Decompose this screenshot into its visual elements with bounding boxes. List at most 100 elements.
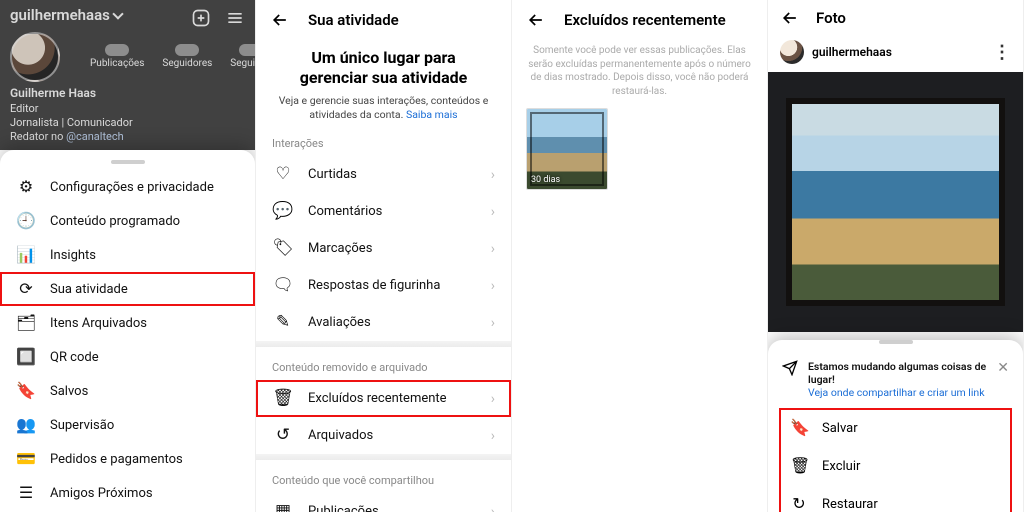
photo-detail-pane: Foto guilhermehaas ⋮ Estamos mudando alg… (768, 0, 1024, 512)
list-icon: ▦ (272, 503, 294, 512)
action-icon: 🗑 (790, 458, 808, 474)
close-icon[interactable]: ✕ (997, 360, 1009, 399)
notice-text: Estamos mudando algumas coisas de lugar! (808, 360, 987, 386)
menu-icon: ⚙ (16, 179, 36, 195)
description: Somente você pode ver essas publicações.… (512, 40, 767, 108)
list-icon: ↺ (272, 427, 294, 444)
menu-icon: 👥 (16, 417, 36, 433)
headline: Um único lugar para gerenciar sua ativid… (256, 40, 511, 90)
username: guilhermehaas (10, 6, 110, 24)
action-sheet: Estamos mudando algumas coisas de lugar!… (768, 340, 1023, 512)
subtitle: Veja e gerencie suas interações, conteúd… (256, 90, 511, 123)
list-icon: ♡ (272, 166, 294, 183)
hamburger-icon[interactable] (225, 8, 245, 28)
deleted-thumbnail[interactable]: 30 dias (526, 108, 608, 190)
menu-item-conte-do-programado[interactable]: 🕘 Conteúdo programado (0, 204, 255, 238)
menu-label: Insights (50, 248, 96, 263)
list-item-respostas-de-figurinha[interactable]: 🗨Respostas de figurinha› (256, 267, 511, 304)
menu-icon: ⟳ (16, 281, 36, 297)
list-item-marca-es[interactable]: 🏷Marcações› (256, 230, 511, 267)
menu-item-sua-atividade[interactable]: ⟳ Sua atividade (0, 272, 255, 306)
list-icon: 🏷 (272, 240, 294, 257)
action-icon: 🔖 (790, 420, 808, 436)
section-label: Conteúdo removido e arquivado (256, 347, 511, 380)
chevron-right-icon: › (491, 391, 495, 407)
profile-header: guilhermehaas Publicações Seguidores Seg… (0, 0, 255, 150)
back-icon[interactable] (270, 10, 290, 30)
chevron-right-icon: › (491, 428, 495, 444)
action-salvar[interactable]: 🔖 Salvar (780, 409, 1011, 447)
menu-item-amigos-pr-ximos[interactable]: ☰ Amigos Próximos (0, 476, 255, 510)
more-icon[interactable]: ⋮ (993, 42, 1011, 63)
menu-item-configura-es-e-privacidade[interactable]: ⚙Configurações e privacidade (0, 170, 255, 204)
options-sheet: ⚙Configurações e privacidade 🕘 Conteúdo pr… (0, 150, 255, 512)
chevron-right-icon: › (491, 315, 495, 331)
stat-following[interactable]: Seguindo (230, 58, 256, 69)
list-icon: 💬 (272, 203, 294, 220)
chevron-right-icon: › (491, 204, 495, 220)
sheet-handle[interactable] (111, 160, 145, 164)
page-title: Sua atividade (308, 11, 399, 29)
menu-item-pedidos-e-pagamentos[interactable]: 💳 Pedidos e pagamentos (0, 442, 255, 476)
avatar[interactable] (10, 32, 60, 82)
send-icon (782, 360, 798, 399)
list-icon: 🗑 (272, 390, 294, 407)
menu-label: QR code (50, 350, 99, 365)
back-icon[interactable] (780, 8, 800, 28)
action-excluir[interactable]: 🗑 Excluir (780, 447, 1011, 485)
profile-bio: Guilherme Haas Editor Jornalista | Comun… (10, 86, 245, 144)
stat-posts[interactable]: Publicações (90, 58, 144, 69)
menu-label: Itens Arquivados (50, 316, 147, 331)
menu-icon: 🔖 (16, 383, 36, 399)
menu-label: Sua atividade (50, 282, 128, 297)
menu-icon: 🕘 (16, 213, 36, 229)
action-label: Salvar (822, 421, 858, 436)
menu-icon: 💳 (16, 451, 36, 467)
menu-item-salvos[interactable]: 🔖Salvos (0, 374, 255, 408)
post-username: guilhermehaas (812, 45, 892, 59)
days-remaining-badge: 30 dias (531, 175, 560, 185)
menu-icon: 🔲 (16, 349, 36, 365)
sheet-handle[interactable] (879, 340, 913, 344)
bio-line: Jornalista | Comunicador (10, 116, 245, 130)
chevron-down-icon (112, 8, 123, 19)
list-item-exclu-dos-recentemente[interactable]: 🗑Excluídos recentemente› (256, 380, 511, 417)
list-item-coment-rios[interactable]: 💬 Comentários › (256, 193, 511, 230)
menu-label: Pedidos e pagamentos (50, 452, 183, 467)
list-item-publica-es[interactable]: ▦ Publicações › (256, 493, 511, 512)
list-item-avalia-es[interactable]: ✎Avaliações› (256, 304, 511, 341)
menu-item-qr-code[interactable]: 🔲 QR code (0, 340, 255, 374)
profile-stats: Publicações Seguidores Seguindo (90, 40, 256, 69)
page-title: Foto (816, 9, 846, 27)
list-label: Publicações (308, 504, 379, 512)
post-photo[interactable] (768, 72, 1023, 332)
bio-link[interactable]: @canaltech (66, 130, 124, 143)
chevron-right-icon: › (491, 504, 495, 512)
list-icon: ✎ (272, 314, 294, 331)
bio-name: Guilherme Haas (10, 86, 245, 102)
menu-item-itens-arquivados[interactable]: 🗂Itens Arquivados (0, 306, 255, 340)
menu-label: Conteúdo programado (50, 214, 180, 229)
stat-followers[interactable]: Seguidores (162, 58, 212, 69)
list-label: Comentários (308, 204, 382, 219)
menu-label: Amigos Próximos (50, 486, 153, 501)
list-icon: 🗨 (272, 277, 294, 294)
action-restaurar[interactable]: ↻Restaurar (780, 485, 1011, 512)
menu-icon: ☰ (16, 485, 36, 501)
create-icon[interactable] (191, 8, 211, 28)
your-activity-pane: Sua atividade Um único lugar para gerenc… (256, 0, 512, 512)
menu-label: Supervisão (50, 418, 114, 433)
chevron-right-icon: › (491, 241, 495, 257)
back-icon[interactable] (526, 10, 546, 30)
notice-link[interactable]: Veja onde compartilhar e criar um link (808, 386, 985, 399)
menu-item-supervis-o[interactable]: 👥 Supervisão (0, 408, 255, 442)
list-item-curtidas[interactable]: ♡Curtidas› (256, 156, 511, 193)
notice-banner: Estamos mudando algumas coisas de lugar!… (768, 350, 1023, 405)
action-label: Excluir (822, 459, 860, 474)
menu-item-insights[interactable]: 📊Insights (0, 238, 255, 272)
section-label: Conteúdo que você compartilhou (256, 460, 511, 493)
list-label: Arquivados (308, 428, 373, 443)
learn-more-link[interactable]: Saiba mais (406, 108, 458, 121)
list-item-arquivados[interactable]: ↺ Arquivados › (256, 417, 511, 454)
post-author-row[interactable]: guilhermehaas ⋮ (768, 36, 1023, 68)
